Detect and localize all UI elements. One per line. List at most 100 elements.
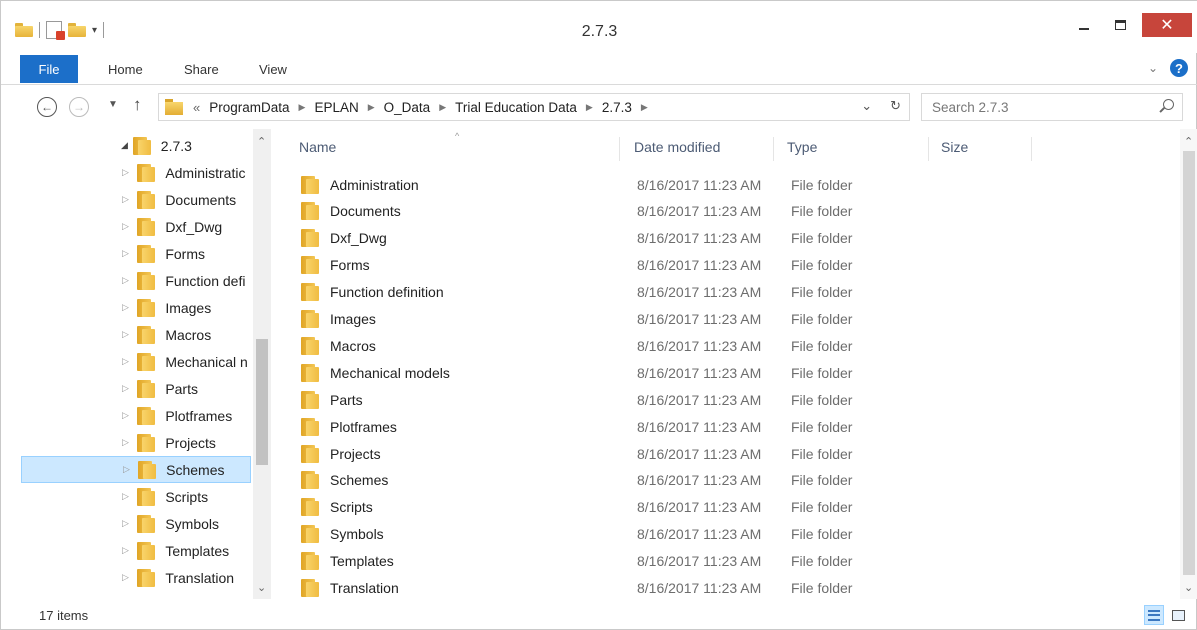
tree-item[interactable]: ▷ Mechanical n [21, 348, 251, 375]
expand-triangle-icon[interactable]: ▷ [122, 410, 131, 421]
column-header-type[interactable]: Type [787, 139, 817, 155]
expand-triangle-icon[interactable]: ▷ [122, 329, 131, 340]
breadcrumb-o-data[interactable]: O_Data [384, 100, 431, 115]
scroll-up-icon[interactable]: ⌃ [1184, 135, 1193, 148]
help-icon[interactable]: ? [1170, 59, 1188, 77]
expand-triangle-icon[interactable]: ▷ [122, 221, 131, 232]
tree-item[interactable]: ▷ Images [21, 294, 251, 321]
tab-view[interactable]: View [259, 62, 287, 77]
file-row[interactable]: Images 8/16/2017 11:23 AM File folder [297, 306, 1167, 333]
tree-item[interactable]: ▷ Scripts [21, 483, 251, 510]
tree-item-label: Mechanical n [165, 353, 248, 370]
column-header-date[interactable]: Date modified [634, 139, 720, 155]
large-icons-view-button[interactable] [1168, 605, 1188, 625]
file-row[interactable]: Documents 8/16/2017 11:23 AM File folder [297, 198, 1167, 225]
expand-triangle-icon[interactable]: ▷ [122, 572, 131, 583]
search-icon[interactable] [1163, 99, 1174, 110]
file-row[interactable]: Macros 8/16/2017 11:23 AM File folder [297, 332, 1167, 359]
file-row[interactable]: Scripts 8/16/2017 11:23 AM File folder [297, 494, 1167, 521]
expand-triangle-icon[interactable]: ▷ [122, 383, 131, 394]
minimize-button[interactable] [1066, 13, 1102, 37]
breadcrumb-programdata[interactable]: ProgramData [209, 100, 289, 115]
expand-triangle-icon[interactable]: ▷ [122, 194, 131, 205]
tree-item[interactable]: ▷ Symbols [21, 510, 251, 537]
file-row[interactable]: Symbols 8/16/2017 11:23 AM File folder [297, 521, 1167, 548]
column-header-name[interactable]: Name [299, 139, 336, 155]
tree-item[interactable]: ▷ Plotframes [21, 402, 251, 429]
breadcrumb-current[interactable]: 2.7.3 [602, 100, 632, 115]
chevron-right-icon[interactable]: ▶ [439, 102, 446, 113]
expand-triangle-icon[interactable]: ▷ [122, 518, 131, 529]
file-row[interactable]: Plotframes 8/16/2017 11:23 AM File folder [297, 413, 1167, 440]
file-list-scroll-thumb[interactable] [1183, 151, 1195, 575]
expand-triangle-icon[interactable]: ▷ [122, 167, 131, 178]
close-button[interactable]: ✕ [1142, 13, 1192, 37]
column-divider[interactable] [1031, 137, 1032, 161]
file-row[interactable]: Parts 8/16/2017 11:23 AM File folder [297, 386, 1167, 413]
forward-button[interactable]: → [69, 97, 89, 117]
tab-share[interactable]: Share [184, 62, 219, 77]
file-row[interactable]: Templates 8/16/2017 11:23 AM File folder [297, 548, 1167, 575]
breadcrumb-overflow[interactable]: « [193, 100, 200, 115]
file-row[interactable]: Mechanical models 8/16/2017 11:23 AM File … [297, 359, 1167, 386]
file-list-scrollbar[interactable]: ⌃ ⌄ [1180, 129, 1197, 599]
column-divider[interactable] [619, 137, 620, 161]
tree-item[interactable]: ▷ Templates [21, 537, 251, 564]
column-divider[interactable] [773, 137, 774, 161]
expand-triangle-icon[interactable]: ▷ [122, 248, 131, 259]
expand-triangle-icon[interactable]: ▷ [122, 437, 131, 448]
recent-locations-icon[interactable]: ▼ [108, 99, 118, 110]
scroll-down-icon[interactable]: ⌄ [1184, 581, 1193, 594]
nav-scrollbar[interactable]: ⌃ ⌄ [253, 129, 271, 599]
expand-triangle-icon[interactable]: ▷ [122, 275, 131, 286]
scroll-down-icon[interactable]: ⌄ [257, 581, 266, 594]
back-button[interactable]: ← [37, 97, 57, 117]
tree-item[interactable]: ▷ Administratic [21, 159, 251, 186]
tree-item[interactable]: ▷ Documents [21, 186, 251, 213]
tree-item[interactable]: ▷ Translation [21, 564, 251, 591]
file-row[interactable]: Projects 8/16/2017 11:23 AM File folder [297, 440, 1167, 467]
expand-triangle-icon[interactable]: ▷ [123, 464, 132, 475]
chevron-right-icon[interactable]: ▶ [586, 102, 593, 113]
tree-item[interactable]: ▷ Forms [21, 240, 251, 267]
file-row[interactable]: Forms 8/16/2017 11:23 AM File folder [297, 252, 1167, 279]
expand-triangle-icon[interactable]: ▷ [122, 491, 131, 502]
chevron-right-icon[interactable]: ▶ [299, 102, 306, 113]
nav-scroll-thumb[interactable] [256, 339, 268, 465]
expanded-triangle-icon[interactable]: ◢ [121, 140, 131, 151]
address-bar[interactable]: « ProgramData ▶ EPLAN ▶ O_Data ▶ Trial E… [158, 93, 910, 121]
breadcrumb-eplan[interactable]: EPLAN [314, 100, 358, 115]
address-history-icon[interactable]: ⌄ [861, 98, 872, 114]
file-row[interactable]: Function definition 8/16/2017 11:23 AM Fil… [297, 279, 1167, 306]
minimize-icon [1079, 28, 1089, 30]
tab-home[interactable]: Home [108, 62, 143, 77]
expand-triangle-icon[interactable]: ▷ [122, 356, 131, 367]
tree-item[interactable]: ▷ Parts [21, 375, 251, 402]
column-divider[interactable] [928, 137, 929, 161]
file-row[interactable]: Administration 8/16/2017 11:23 AM File fol… [297, 171, 1167, 198]
maximize-button[interactable] [1102, 13, 1138, 37]
up-arrow-icon[interactable]: ↑ [133, 95, 142, 115]
details-view-button[interactable] [1144, 605, 1164, 625]
refresh-icon[interactable]: ↻ [890, 98, 901, 114]
tree-item[interactable]: ▷ Dxf_Dwg [21, 213, 251, 240]
tree-root[interactable]: ◢ 2.7.3 [21, 132, 251, 159]
file-row[interactable]: Schemes 8/16/2017 11:23 AM File folder [297, 467, 1167, 494]
scroll-up-icon[interactable]: ⌃ [257, 135, 266, 148]
tree-item[interactable]: ▷ Function defi [21, 267, 251, 294]
tree-item-label: Dxf_Dwg [165, 218, 223, 235]
column-header-size[interactable]: Size [941, 139, 968, 155]
breadcrumb-trial-education-data[interactable]: Trial Education Data [455, 100, 577, 115]
chevron-right-icon[interactable]: ▶ [368, 102, 375, 113]
expand-triangle-icon[interactable]: ▷ [122, 302, 131, 313]
expand-triangle-icon[interactable]: ▷ [122, 545, 131, 556]
tree-item[interactable]: ▷ Projects [21, 429, 251, 456]
file-row[interactable]: Translation 8/16/2017 11:23 AM File folder [297, 575, 1167, 602]
tree-item[interactable]: ▷ Schemes [21, 456, 251, 483]
tree-item[interactable]: ▷ Macros [21, 321, 251, 348]
file-row[interactable]: Dxf_Dwg 8/16/2017 11:23 AM File folder [297, 225, 1167, 252]
search-input[interactable] [922, 94, 1132, 120]
tab-file[interactable]: File [20, 55, 78, 83]
chevron-right-icon[interactable]: ▶ [641, 102, 648, 113]
expand-ribbon-icon[interactable]: ⌄ [1148, 61, 1158, 75]
